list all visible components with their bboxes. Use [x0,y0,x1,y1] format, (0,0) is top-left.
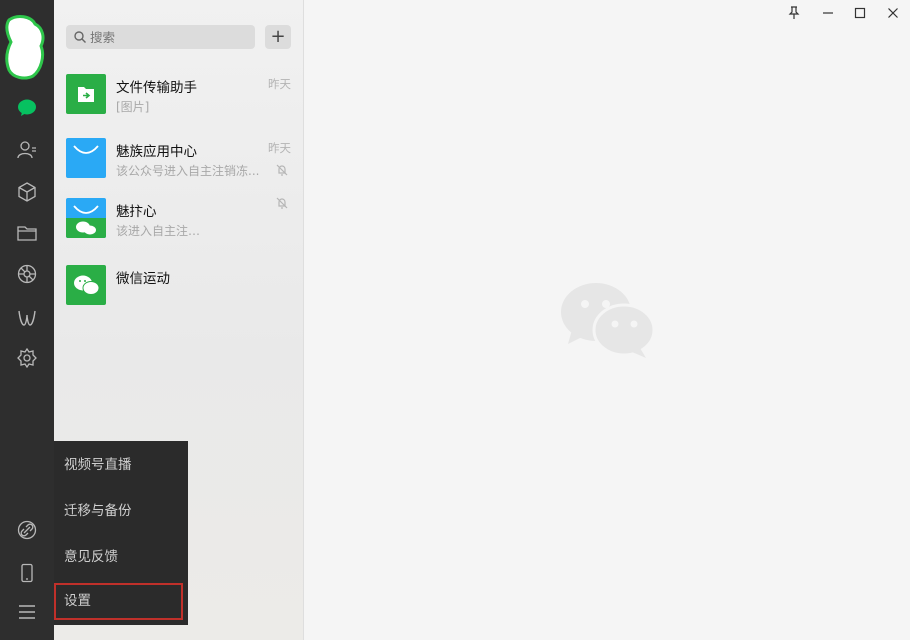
menu-item-settings[interactable]: 设置 [54,583,183,620]
chat-icon[interactable] [15,96,39,120]
avatar[interactable] [5,14,45,80]
chat-preview: [图片] [116,100,150,114]
menu-item-channels-live[interactable]: 视频号直播 [54,442,188,488]
search-input[interactable] [88,25,252,49]
chat-item-wechat-sport[interactable]: 微信运动 [54,253,303,317]
chat-name: 魅族应用中心 [116,144,197,160]
chat-preview: 该进入自主注… [116,224,201,238]
maximize-icon[interactable] [850,4,870,22]
contacts-icon[interactable] [15,138,39,162]
pin-icon[interactable] [784,4,804,22]
file-transfer-avatar [66,74,106,114]
meizu-heart-avatar [66,198,106,238]
menu-icon[interactable] [15,600,39,624]
settings-gear-icon[interactable] [15,346,39,370]
chat-name: 魅抃心 [116,204,157,220]
mute-icon [276,164,288,176]
chat-preview: 该公众号进入自主注销冻... [116,164,260,178]
minimize-icon[interactable] [818,4,838,22]
more-menu: 视频号直播 迁移与备份 意见反馈 设置 [54,441,188,625]
chat-time: 昨天 [268,77,291,91]
link-icon[interactable] [15,518,39,542]
wechat-logo-icon [561,283,656,358]
wechat-sport-avatar [66,265,106,305]
phone-icon[interactable] [15,561,39,585]
chat-time: 昨天 [268,141,291,155]
chat-item-meizu-heart[interactable]: 魅抃心 该进入自主注… [54,186,303,250]
close-icon[interactable] [883,4,903,22]
moments-icon[interactable] [15,262,39,286]
mute-icon [276,197,288,209]
main-content [304,0,910,640]
left-nav-bar [0,0,54,640]
chat-name: 微信运动 [116,271,170,287]
chat-name: 文件传输助手 [116,80,197,96]
menu-item-feedback[interactable]: 意见反馈 [54,534,188,580]
search-icon [74,31,86,43]
search-box[interactable] [66,25,255,49]
menu-item-migrate-backup[interactable]: 迁移与备份 [54,488,188,534]
folder-icon[interactable] [15,221,39,245]
chat-item-file-transfer[interactable]: 文件传输助手 [图片] 昨天 [54,62,303,126]
add-button[interactable]: + [265,25,291,49]
cube-icon[interactable] [15,180,39,204]
chat-item-meizu-app-center[interactable]: 魅族应用中心 该公众号进入自主注销冻... 昨天 [54,126,303,190]
meizu-app-avatar [66,138,106,178]
mini-program-icon[interactable] [15,305,39,329]
